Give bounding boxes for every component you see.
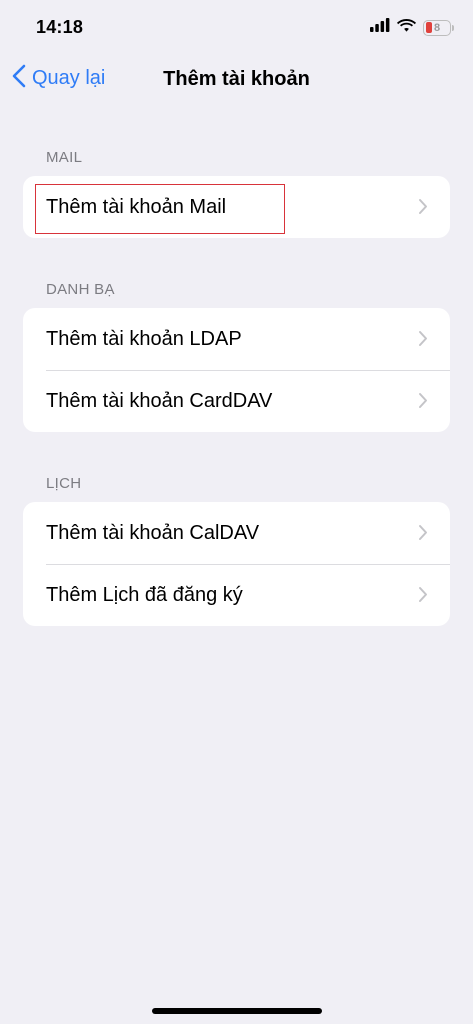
battery-icon: 8 (423, 19, 454, 36)
cellular-signal-icon (370, 18, 390, 37)
chevron-right-icon (418, 330, 428, 352)
wifi-icon (397, 18, 416, 37)
section-header-contacts: DANH BẠ (46, 281, 115, 298)
battery-fill (425, 22, 432, 33)
group-calendar: Thêm tài khoản CalDAV Thêm Lịch đã đăng … (23, 502, 450, 626)
chevron-right-icon (418, 392, 428, 414)
chevron-right-icon (418, 586, 428, 608)
chevron-left-icon (12, 64, 26, 93)
battery-level: 8 (433, 21, 441, 34)
back-label: Quay lại (32, 67, 106, 89)
add-carddav-account-row[interactable]: Thêm tài khoản CardDAV (23, 370, 450, 432)
status-time: 14:18 (36, 17, 84, 37)
row-label: Thêm Lịch đã đăng ký (46, 583, 243, 606)
home-indicator[interactable] (152, 1008, 322, 1014)
add-subscribed-calendar-row[interactable]: Thêm Lịch đã đăng ký (23, 564, 450, 626)
section-header-mail: MAIL (46, 149, 83, 166)
battery-cap (452, 24, 454, 31)
add-caldav-account-row[interactable]: Thêm tài khoản CalDAV (23, 502, 450, 564)
chevron-right-icon (418, 524, 428, 546)
status-icons: 8 (370, 18, 454, 37)
group-contacts: Thêm tài khoản LDAP Thêm tài khoản CardD… (23, 308, 450, 432)
screen: 14:18 8 Thêm tài khoản Quay lại MAIL Thê… (0, 0, 473, 1024)
row-label: Thêm tài khoản CalDAV (46, 521, 260, 544)
row-label: Thêm tài khoản LDAP (46, 327, 242, 350)
nav-bar: Thêm tài khoản Quay lại (0, 56, 473, 104)
status-bar: 14:18 8 (0, 0, 473, 56)
row-label: Thêm tài khoản CardDAV (46, 389, 273, 412)
add-ldap-account-row[interactable]: Thêm tài khoản LDAP (23, 308, 450, 370)
chevron-right-icon (418, 198, 428, 220)
highlight-box (35, 184, 285, 234)
section-header-calendar: LỊCH (46, 475, 82, 492)
back-button[interactable]: Quay lại (12, 64, 105, 93)
